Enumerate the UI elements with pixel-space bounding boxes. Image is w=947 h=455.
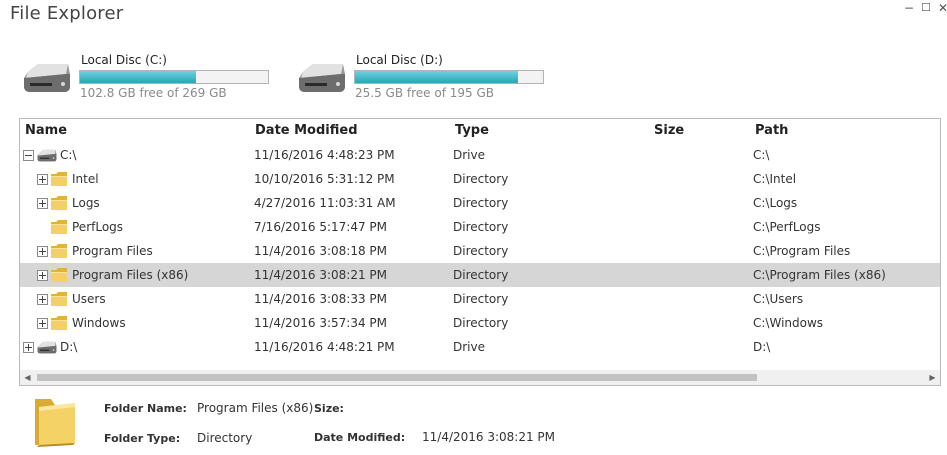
- cell-path: C:\: [753, 148, 770, 162]
- cell-date-modified: 11/4/2016 3:08:18 PM: [254, 244, 388, 258]
- folder-icon: [50, 290, 68, 308]
- cell-date-modified: 11/4/2016 3:57:34 PM: [254, 316, 388, 330]
- cell-path: C:\Logs: [753, 196, 798, 210]
- cell-type: Directory: [453, 292, 509, 306]
- drive-d-card[interactable]: Local Disc (D:) 25.5 GB free of 195 GB: [297, 46, 557, 106]
- tree-row[interactable]: Logs 4/27/2016 11:03:31 AM Directory C:\Log…: [20, 191, 940, 215]
- cell-name: Intel: [72, 172, 99, 186]
- folder-icon: [50, 194, 68, 212]
- cell-name: D:\: [60, 340, 78, 354]
- expand-icon[interactable]: [23, 342, 34, 353]
- folder-icon: [50, 170, 68, 188]
- cell-date-modified: 4/27/2016 11:03:31 AM: [254, 196, 396, 210]
- drive-summary: Local Disc (C:) 102.8 GB free of 269 GB …: [0, 46, 947, 106]
- cell-name: Logs: [72, 196, 100, 210]
- close-button[interactable]: ✕: [938, 0, 947, 16]
- expand-icon[interactable]: [37, 318, 48, 329]
- cell-path: D:\: [753, 340, 771, 354]
- cell-type: Directory: [453, 316, 509, 330]
- minimize-button[interactable]: −: [904, 0, 914, 16]
- date-modified-label: Date Modified:: [314, 431, 406, 444]
- drive-c-free-space: 102.8 GB free of 269 GB: [80, 86, 227, 100]
- folder-icon: [50, 242, 68, 260]
- collapse-icon[interactable]: [23, 150, 34, 161]
- hard-drive-icon: [297, 62, 347, 96]
- cell-name: C:\: [60, 148, 77, 162]
- cell-type: Directory: [453, 220, 509, 234]
- maximize-button[interactable]: ☐: [921, 0, 931, 16]
- drive-icon: [36, 149, 58, 163]
- folder-name-label: Folder Name:: [104, 402, 187, 415]
- tree-row[interactable]: PerfLogs 7/16/2016 5:17:47 PM Directory C:\…: [20, 215, 940, 239]
- cell-date-modified: 11/16/2016 4:48:23 PM: [254, 148, 395, 162]
- expand-icon[interactable]: [37, 198, 48, 209]
- folder-icon: [50, 218, 68, 236]
- cell-path: C:\Windows: [753, 316, 824, 330]
- drive-c-usage-bar: [79, 70, 269, 84]
- cell-path: C:\Program Files (x86): [753, 268, 886, 282]
- cell-name: Windows: [72, 316, 126, 330]
- folder-icon: [50, 314, 68, 332]
- window-title: File Explorer: [10, 3, 124, 24]
- tree-row[interactable]: Windows 11/4/2016 3:57:34 PM Directory C:\W…: [20, 311, 940, 335]
- drive-c-usage-fill: [80, 71, 197, 83]
- drive-c-name: Local Disc (C:): [81, 53, 167, 67]
- tree-row[interactable]: Program Files 11/4/2016 3:08:18 PM Directo…: [20, 239, 940, 263]
- cell-type: Drive: [453, 148, 485, 162]
- cell-name: Users: [72, 292, 106, 306]
- drive-d-free-space: 25.5 GB free of 195 GB: [355, 86, 494, 100]
- cell-date-modified: 11/4/2016 3:08:21 PM: [254, 268, 388, 282]
- file-tree-grid[interactable]: Name Date Modified Type Size Path C:\ 11/…: [19, 118, 941, 386]
- cell-type: Drive: [453, 340, 485, 354]
- cell-name: Program Files: [72, 244, 153, 258]
- scroll-right-arrow[interactable]: ▶: [925, 370, 940, 385]
- drive-icon: [36, 341, 58, 355]
- folder-type-value: Directory: [197, 431, 253, 445]
- cell-type: Directory: [453, 244, 509, 258]
- column-header-date-modified[interactable]: Date Modified: [255, 123, 358, 138]
- cell-date-modified: 10/10/2016 5:31:12 PM: [254, 172, 395, 186]
- column-header-type[interactable]: Type: [455, 123, 489, 138]
- cell-date-modified: 11/4/2016 3:08:33 PM: [254, 292, 388, 306]
- expand-icon[interactable]: [37, 270, 48, 281]
- cell-name: PerfLogs: [72, 220, 124, 234]
- folder-name-value: Program Files (x86): [197, 401, 314, 415]
- tree-row[interactable]: Program Files (x86) 11/4/2016 3:08:21 PM D…: [20, 263, 940, 287]
- cell-path: C:\PerfLogs: [753, 220, 821, 234]
- cell-path: C:\Intel: [753, 172, 797, 186]
- column-header-path[interactable]: Path: [755, 123, 788, 138]
- folder-icon: [50, 266, 68, 284]
- date-modified-value: 11/4/2016 3:08:21 PM: [422, 430, 556, 444]
- expand-icon[interactable]: [37, 246, 48, 257]
- cell-type: Directory: [453, 268, 509, 282]
- details-panel: Folder Name: Program Files (x86) Size: F…: [0, 390, 947, 455]
- expand-icon[interactable]: [37, 294, 48, 305]
- horizontal-scrollbar[interactable]: ◀ ▶: [20, 370, 940, 385]
- tree-row[interactable]: D:\ 11/16/2016 4:48:21 PM Drive D:\: [20, 335, 940, 359]
- folder-type-label: Folder Type:: [104, 432, 181, 445]
- cell-path: C:\Users: [753, 292, 804, 306]
- cell-name: Program Files (x86): [72, 268, 189, 282]
- drive-d-usage-fill: [355, 71, 519, 83]
- cell-path: C:\Program Files: [753, 244, 851, 258]
- large-folder-icon: [31, 397, 77, 447]
- column-header-name[interactable]: Name: [25, 123, 67, 138]
- drive-c-card[interactable]: Local Disc (C:) 102.8 GB free of 269 GB: [22, 46, 282, 106]
- tree-row[interactable]: Users 11/4/2016 3:08:33 PM Directory C:\Use…: [20, 287, 940, 311]
- drive-d-usage-bar: [354, 70, 544, 84]
- cell-date-modified: 11/16/2016 4:48:21 PM: [254, 340, 395, 354]
- size-label: Size:: [314, 402, 344, 415]
- tree-row[interactable]: C:\ 11/16/2016 4:48:23 PM Drive C:\: [20, 143, 940, 167]
- cell-date-modified: 7/16/2016 5:17:47 PM: [254, 220, 388, 234]
- scroll-left-arrow[interactable]: ◀: [20, 370, 35, 385]
- expand-icon[interactable]: [37, 174, 48, 185]
- cell-type: Directory: [453, 196, 509, 210]
- tree-row[interactable]: Intel 10/10/2016 5:31:12 PM Directory C:\In…: [20, 167, 940, 191]
- scroll-thumb[interactable]: [37, 374, 757, 381]
- hard-drive-icon: [22, 62, 72, 96]
- drive-d-name: Local Disc (D:): [356, 53, 443, 67]
- cell-type: Directory: [453, 172, 509, 186]
- column-header-row: Name Date Modified Type Size Path: [20, 119, 940, 143]
- column-header-size[interactable]: Size: [654, 123, 684, 138]
